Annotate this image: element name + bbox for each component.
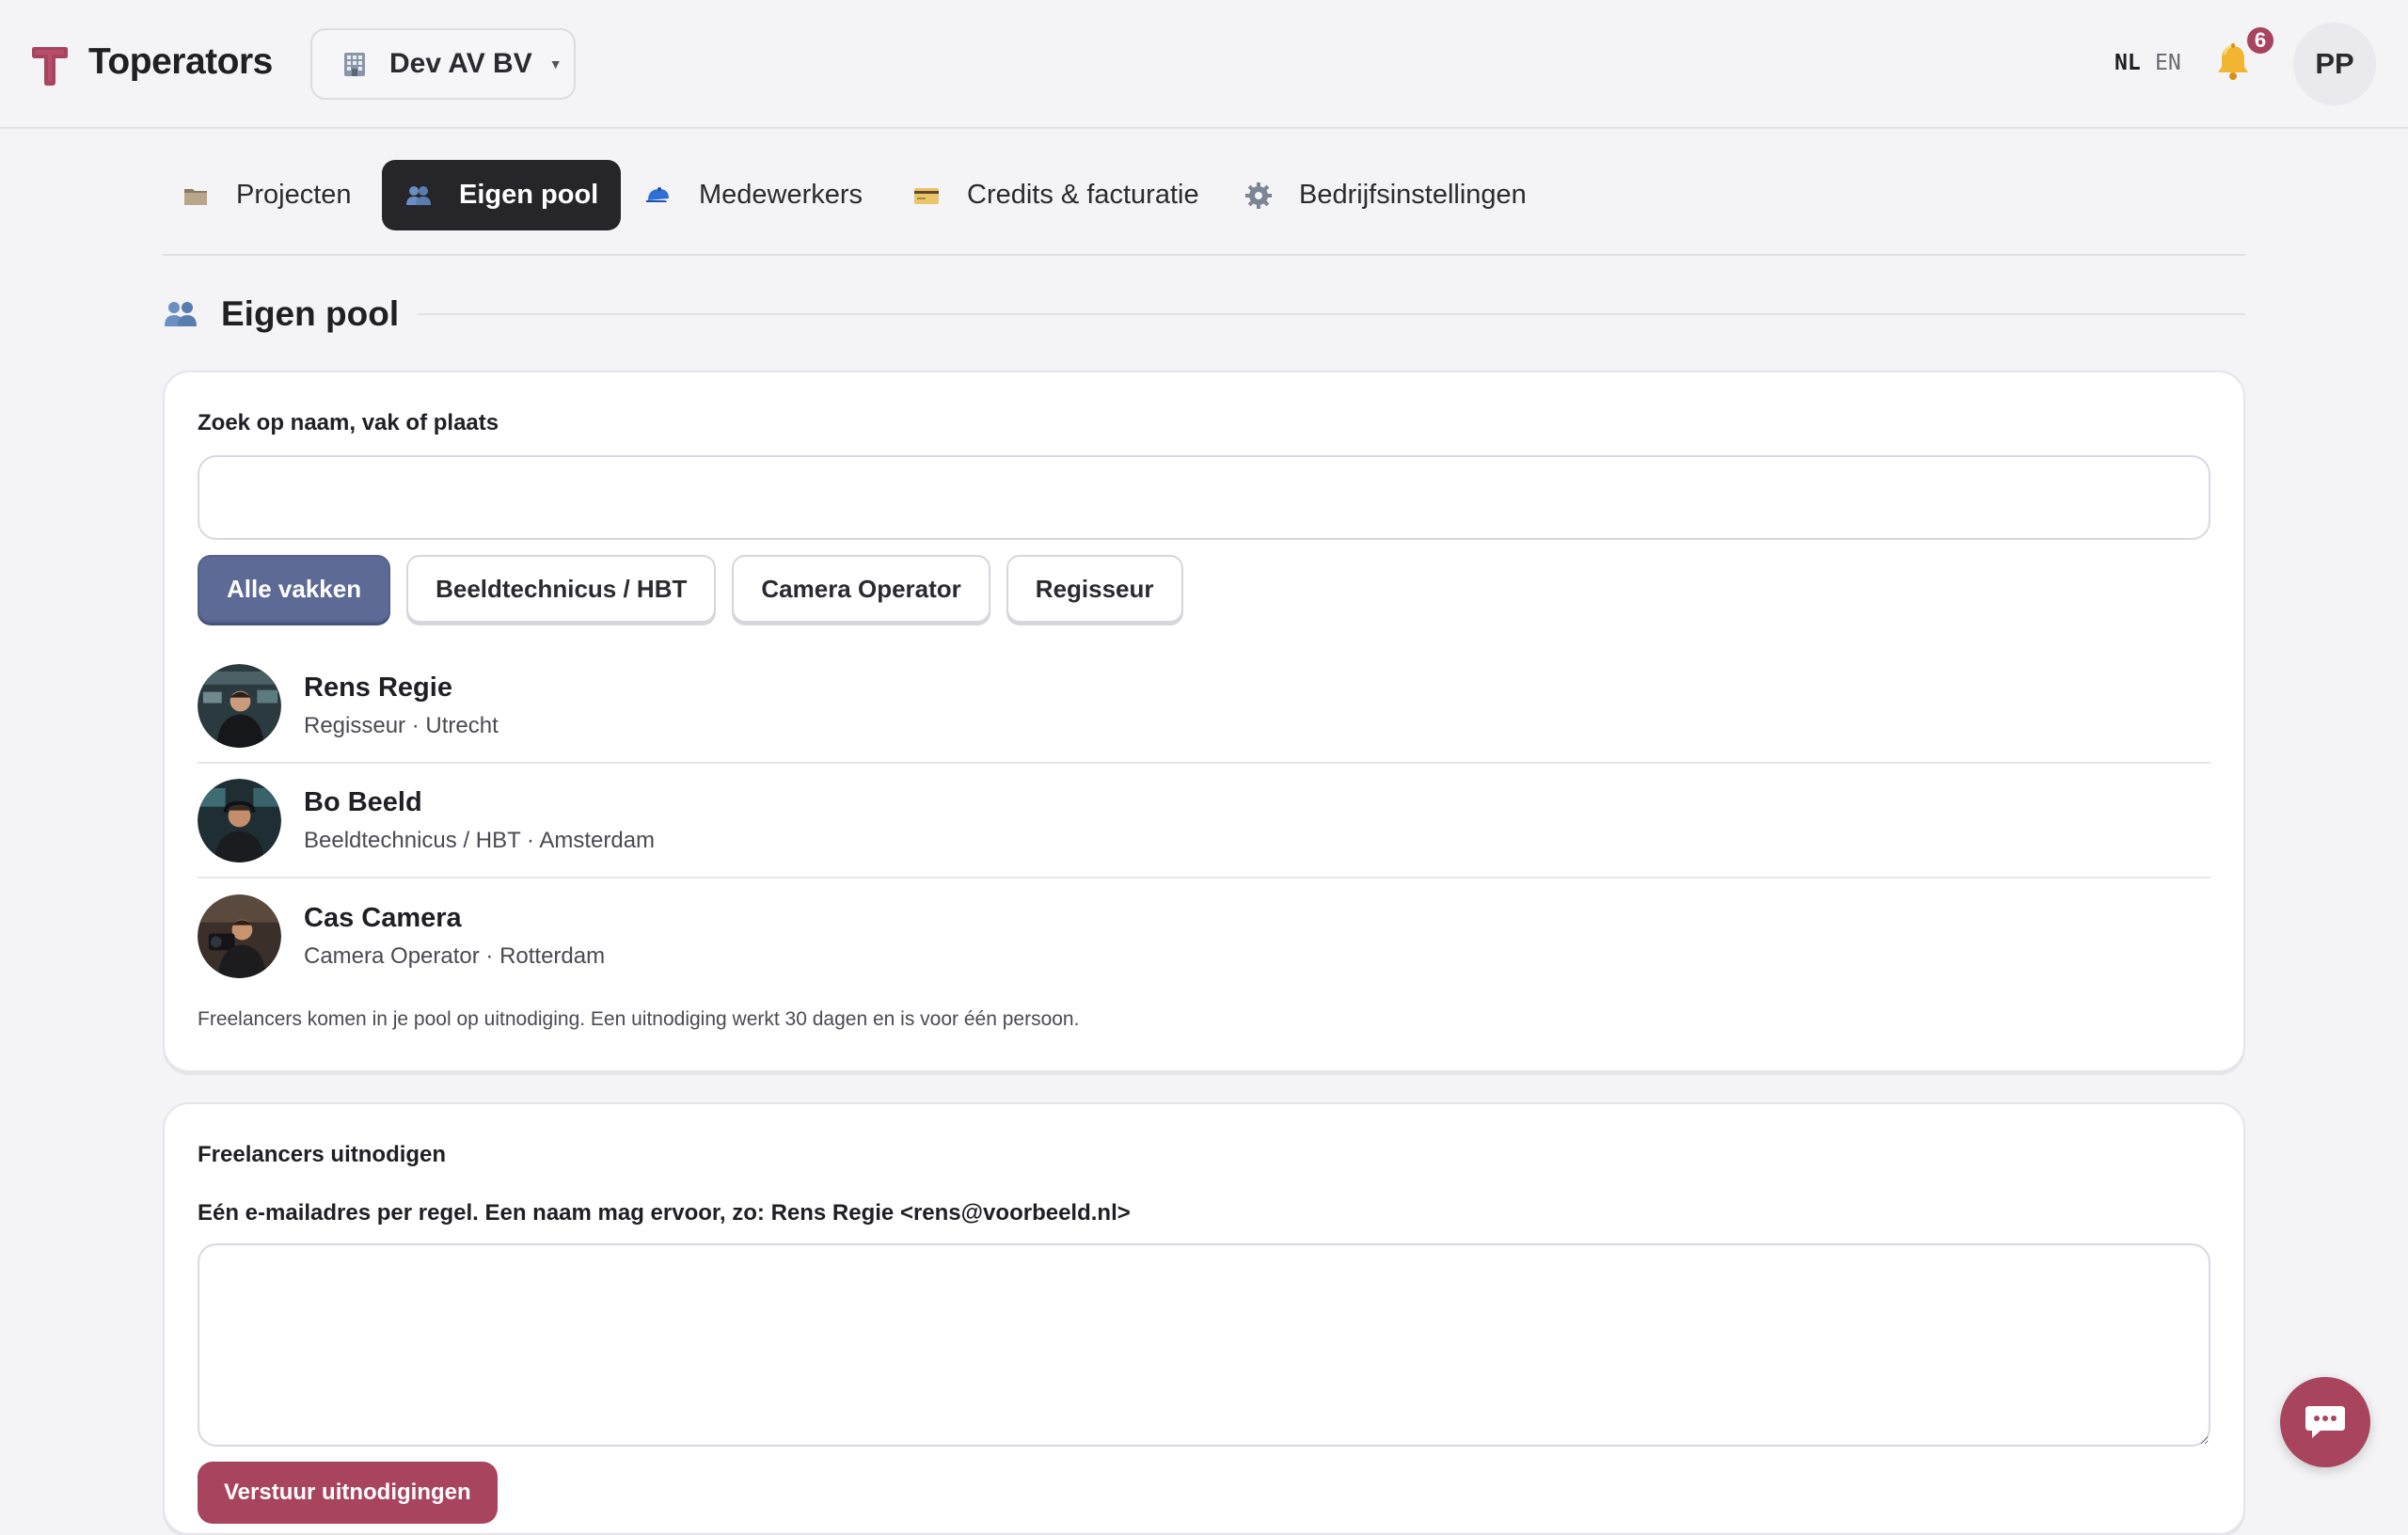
tab-label: Medewerkers	[699, 180, 863, 210]
search-label: Zoek op naam, vak of plaats	[198, 410, 499, 435]
tab-label: Eigen pool	[459, 180, 599, 210]
person-name: Bo Beeld	[304, 786, 422, 817]
filter-chip-beeldtechnicus[interactable]: Beeldtechnicus / HBT	[406, 555, 717, 623]
tab-projecten[interactable]: Projecten	[182, 160, 352, 230]
chevron-down-icon: ▼	[548, 56, 562, 71]
tab-bedrijfsinstellingen[interactable]: Bedrijfsinstellingen	[1244, 160, 1527, 230]
divider	[418, 313, 2245, 315]
person-name: Rens Regie	[304, 672, 452, 703]
credit-card-icon	[914, 187, 939, 204]
toperators-logo-icon[interactable]	[31, 43, 69, 87]
filter-chip-regisseur[interactable]: Regisseur	[1006, 555, 1183, 623]
top-bar: Toperators Dev AV BV ▼ NL EN 6 PP	[0, 0, 2408, 129]
list-item[interactable]: Rens Regie Regisseur · Utrecht	[198, 649, 2210, 764]
send-invitations-button[interactable]: Verstuur uitnodigingen	[198, 1462, 498, 1524]
tab-label: Projecten	[236, 180, 352, 210]
people-icon	[165, 302, 197, 326]
person-name: Cas Camera	[304, 902, 462, 933]
filter-chip-alle-vakken[interactable]: Alle vakken	[198, 555, 391, 623]
people-list: Rens Regie Regisseur · Utrecht Bo Beeld	[198, 649, 2210, 993]
user-avatar[interactable]: PP	[2293, 23, 2376, 105]
tab-label: Credits & facturatie	[967, 180, 1199, 210]
tab-eigen-pool[interactable]: Eigen pool	[382, 160, 622, 230]
invite-instructions: Eén e-mailadres per regel. Een naam mag …	[198, 1200, 1131, 1226]
tab-label: Bedrijfsinstellingen	[1299, 180, 1527, 210]
list-item[interactable]: Bo Beeld Beeldtechnicus / HBT · Amsterda…	[198, 764, 2210, 878]
app-name[interactable]: Toperators	[88, 41, 273, 83]
pool-card: Zoek op naam, vak of plaats Alle vakken …	[163, 371, 2245, 1072]
page-title: Eigen pool	[221, 294, 400, 333]
person-meta: Beeldtechnicus / HBT · Amsterdam	[304, 827, 656, 853]
gear-icon	[1245, 182, 1272, 209]
avatar	[198, 663, 281, 748]
avatar	[198, 778, 281, 862]
filter-chips: Alle vakken Beeldtechnicus / HBT Camera …	[198, 555, 1183, 623]
chat-button[interactable]	[2280, 1377, 2370, 1467]
folder-icon	[184, 188, 207, 205]
email-list-textarea[interactable]	[198, 1243, 2210, 1447]
tab-medewerkers[interactable]: Medewerkers	[644, 160, 863, 230]
notification-count-badge: 6	[2244, 24, 2276, 56]
office-building-icon	[344, 53, 365, 76]
person-meta: Regisseur · Utrecht	[304, 712, 499, 738]
company-name: Dev AV BV	[389, 48, 532, 79]
chat-bubble-icon	[2305, 1406, 2345, 1438]
company-switcher[interactable]: Dev AV BV ▼	[310, 28, 576, 100]
person-meta: Camera Operator · Rotterdam	[304, 942, 606, 969]
cap-icon	[646, 186, 669, 202]
pool-note: Freelancers komen in je pool op uitnodig…	[198, 1008, 1080, 1030]
language-nl[interactable]: NL	[2115, 51, 2141, 75]
section-header: Eigen pool	[163, 288, 2245, 340]
invite-card: Freelancers uitnodigen Eén e-mailadres p…	[163, 1102, 2245, 1535]
language-en[interactable]: EN	[2155, 51, 2181, 75]
search-input[interactable]	[198, 455, 2210, 540]
filter-chip-camera-operator[interactable]: Camera Operator	[732, 555, 990, 623]
avatar	[198, 894, 281, 978]
list-item[interactable]: Cas Camera Camera Operator · Rotterdam	[198, 878, 2210, 993]
people-icon	[406, 185, 431, 205]
invite-title: Freelancers uitnodigen	[198, 1142, 447, 1167]
tab-credits-facturatie[interactable]: Credits & facturatie	[912, 160, 1199, 230]
main-navigation: Projecten Eigen pool Medewerkers Credits…	[163, 158, 2245, 256]
